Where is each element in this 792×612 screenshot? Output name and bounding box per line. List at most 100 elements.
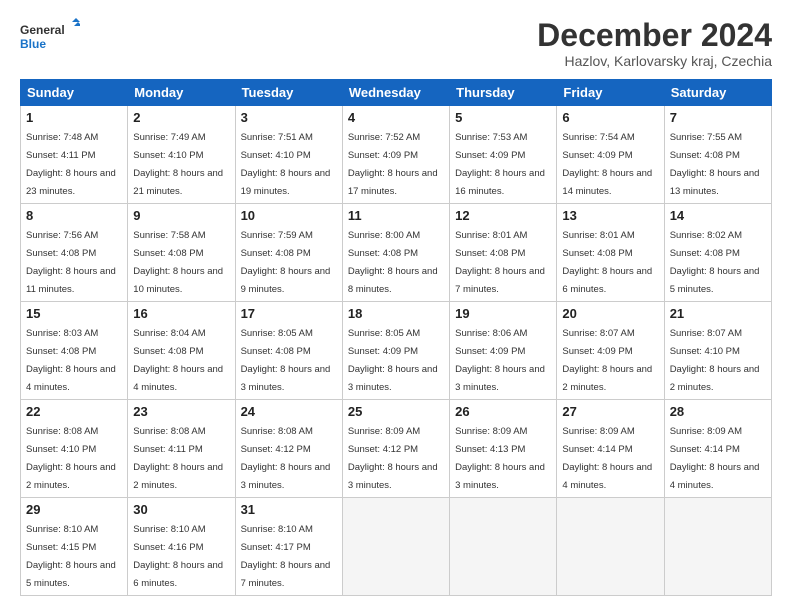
- header: General Blue December 2024 Hazlov, Karlo…: [20, 18, 772, 69]
- day-number: 30: [133, 502, 229, 517]
- day-info: Sunrise: 7:53 AMSunset: 4:09 PMDaylight:…: [455, 132, 545, 197]
- day-cell: 30 Sunrise: 8:10 AMSunset: 4:16 PMDaylig…: [128, 498, 235, 596]
- day-number: 2: [133, 110, 229, 125]
- day-cell: 6 Sunrise: 7:54 AMSunset: 4:09 PMDayligh…: [557, 106, 664, 204]
- day-number: 22: [26, 404, 122, 419]
- day-number: 19: [455, 306, 551, 321]
- day-info: Sunrise: 8:05 AMSunset: 4:08 PMDaylight:…: [241, 328, 331, 393]
- day-info: Sunrise: 8:08 AMSunset: 4:12 PMDaylight:…: [241, 426, 331, 491]
- day-cell: 21 Sunrise: 8:07 AMSunset: 4:10 PMDaylig…: [664, 302, 771, 400]
- day-info: Sunrise: 8:01 AMSunset: 4:08 PMDaylight:…: [455, 230, 545, 295]
- title-block: December 2024 Hazlov, Karlovarsky kraj, …: [537, 18, 772, 69]
- day-cell: 12 Sunrise: 8:01 AMSunset: 4:08 PMDaylig…: [450, 204, 557, 302]
- day-info: Sunrise: 8:00 AMSunset: 4:08 PMDaylight:…: [348, 230, 438, 295]
- day-cell: 19 Sunrise: 8:06 AMSunset: 4:09 PMDaylig…: [450, 302, 557, 400]
- week-row-2: 8 Sunrise: 7:56 AMSunset: 4:08 PMDayligh…: [21, 204, 772, 302]
- weekday-header-sunday: Sunday: [21, 80, 128, 106]
- week-row-3: 15 Sunrise: 8:03 AMSunset: 4:08 PMDaylig…: [21, 302, 772, 400]
- day-cell: 3 Sunrise: 7:51 AMSunset: 4:10 PMDayligh…: [235, 106, 342, 204]
- day-number: 3: [241, 110, 337, 125]
- day-number: 15: [26, 306, 122, 321]
- svg-text:General: General: [20, 23, 65, 37]
- weekday-header-wednesday: Wednesday: [342, 80, 449, 106]
- day-number: 17: [241, 306, 337, 321]
- weekday-header-monday: Monday: [128, 80, 235, 106]
- day-number: 11: [348, 208, 444, 223]
- day-info: Sunrise: 8:07 AMSunset: 4:09 PMDaylight:…: [562, 328, 652, 393]
- day-info: Sunrise: 7:52 AMSunset: 4:09 PMDaylight:…: [348, 132, 438, 197]
- day-info: Sunrise: 7:59 AMSunset: 4:08 PMDaylight:…: [241, 230, 331, 295]
- day-number: 1: [26, 110, 122, 125]
- day-number: 20: [562, 306, 658, 321]
- day-number: 13: [562, 208, 658, 223]
- day-cell: 4 Sunrise: 7:52 AMSunset: 4:09 PMDayligh…: [342, 106, 449, 204]
- day-cell: 9 Sunrise: 7:58 AMSunset: 4:08 PMDayligh…: [128, 204, 235, 302]
- day-number: 14: [670, 208, 766, 223]
- day-number: 27: [562, 404, 658, 419]
- page: General Blue December 2024 Hazlov, Karlo…: [0, 0, 792, 612]
- day-number: 18: [348, 306, 444, 321]
- day-cell: 10 Sunrise: 7:59 AMSunset: 4:08 PMDaylig…: [235, 204, 342, 302]
- day-cell: [557, 498, 664, 596]
- day-number: 29: [26, 502, 122, 517]
- day-info: Sunrise: 7:48 AMSunset: 4:11 PMDaylight:…: [26, 132, 116, 197]
- day-cell: 31 Sunrise: 8:10 AMSunset: 4:17 PMDaylig…: [235, 498, 342, 596]
- day-number: 26: [455, 404, 551, 419]
- day-number: 31: [241, 502, 337, 517]
- weekday-header-friday: Friday: [557, 80, 664, 106]
- day-number: 6: [562, 110, 658, 125]
- day-cell: 2 Sunrise: 7:49 AMSunset: 4:10 PMDayligh…: [128, 106, 235, 204]
- day-cell: [450, 498, 557, 596]
- day-number: 4: [348, 110, 444, 125]
- day-info: Sunrise: 8:01 AMSunset: 4:08 PMDaylight:…: [562, 230, 652, 295]
- day-info: Sunrise: 8:08 AMSunset: 4:10 PMDaylight:…: [26, 426, 116, 491]
- day-number: 10: [241, 208, 337, 223]
- day-cell: 15 Sunrise: 8:03 AMSunset: 4:08 PMDaylig…: [21, 302, 128, 400]
- day-number: 7: [670, 110, 766, 125]
- day-number: 28: [670, 404, 766, 419]
- day-info: Sunrise: 7:56 AMSunset: 4:08 PMDaylight:…: [26, 230, 116, 295]
- day-cell: 13 Sunrise: 8:01 AMSunset: 4:08 PMDaylig…: [557, 204, 664, 302]
- day-cell: 7 Sunrise: 7:55 AMSunset: 4:08 PMDayligh…: [664, 106, 771, 204]
- week-row-1: 1 Sunrise: 7:48 AMSunset: 4:11 PMDayligh…: [21, 106, 772, 204]
- logo-svg: General Blue: [20, 18, 80, 56]
- day-cell: [664, 498, 771, 596]
- day-cell: 29 Sunrise: 8:10 AMSunset: 4:15 PMDaylig…: [21, 498, 128, 596]
- day-number: 9: [133, 208, 229, 223]
- day-cell: 26 Sunrise: 8:09 AMSunset: 4:13 PMDaylig…: [450, 400, 557, 498]
- day-cell: 22 Sunrise: 8:08 AMSunset: 4:10 PMDaylig…: [21, 400, 128, 498]
- day-info: Sunrise: 8:08 AMSunset: 4:11 PMDaylight:…: [133, 426, 223, 491]
- day-cell: 17 Sunrise: 8:05 AMSunset: 4:08 PMDaylig…: [235, 302, 342, 400]
- day-cell: 23 Sunrise: 8:08 AMSunset: 4:11 PMDaylig…: [128, 400, 235, 498]
- calendar-table: SundayMondayTuesdayWednesdayThursdayFrid…: [20, 79, 772, 596]
- svg-text:Blue: Blue: [20, 37, 46, 51]
- day-info: Sunrise: 8:09 AMSunset: 4:13 PMDaylight:…: [455, 426, 545, 491]
- day-info: Sunrise: 8:10 AMSunset: 4:16 PMDaylight:…: [133, 524, 223, 589]
- day-number: 23: [133, 404, 229, 419]
- day-number: 21: [670, 306, 766, 321]
- day-cell: [342, 498, 449, 596]
- day-info: Sunrise: 7:58 AMSunset: 4:08 PMDaylight:…: [133, 230, 223, 295]
- day-cell: 28 Sunrise: 8:09 AMSunset: 4:14 PMDaylig…: [664, 400, 771, 498]
- week-row-5: 29 Sunrise: 8:10 AMSunset: 4:15 PMDaylig…: [21, 498, 772, 596]
- day-number: 5: [455, 110, 551, 125]
- day-info: Sunrise: 8:05 AMSunset: 4:09 PMDaylight:…: [348, 328, 438, 393]
- day-cell: 20 Sunrise: 8:07 AMSunset: 4:09 PMDaylig…: [557, 302, 664, 400]
- day-cell: 14 Sunrise: 8:02 AMSunset: 4:08 PMDaylig…: [664, 204, 771, 302]
- day-cell: 16 Sunrise: 8:04 AMSunset: 4:08 PMDaylig…: [128, 302, 235, 400]
- weekday-header-thursday: Thursday: [450, 80, 557, 106]
- day-cell: 1 Sunrise: 7:48 AMSunset: 4:11 PMDayligh…: [21, 106, 128, 204]
- day-info: Sunrise: 8:10 AMSunset: 4:15 PMDaylight:…: [26, 524, 116, 589]
- location: Hazlov, Karlovarsky kraj, Czechia: [537, 53, 772, 69]
- month-title: December 2024: [537, 18, 772, 53]
- day-cell: 25 Sunrise: 8:09 AMSunset: 4:12 PMDaylig…: [342, 400, 449, 498]
- weekday-header-tuesday: Tuesday: [235, 80, 342, 106]
- day-info: Sunrise: 8:09 AMSunset: 4:14 PMDaylight:…: [562, 426, 652, 491]
- day-info: Sunrise: 8:03 AMSunset: 4:08 PMDaylight:…: [26, 328, 116, 393]
- day-info: Sunrise: 7:54 AMSunset: 4:09 PMDaylight:…: [562, 132, 652, 197]
- day-cell: 8 Sunrise: 7:56 AMSunset: 4:08 PMDayligh…: [21, 204, 128, 302]
- day-info: Sunrise: 8:09 AMSunset: 4:14 PMDaylight:…: [670, 426, 760, 491]
- day-cell: 11 Sunrise: 8:00 AMSunset: 4:08 PMDaylig…: [342, 204, 449, 302]
- day-number: 25: [348, 404, 444, 419]
- day-cell: 24 Sunrise: 8:08 AMSunset: 4:12 PMDaylig…: [235, 400, 342, 498]
